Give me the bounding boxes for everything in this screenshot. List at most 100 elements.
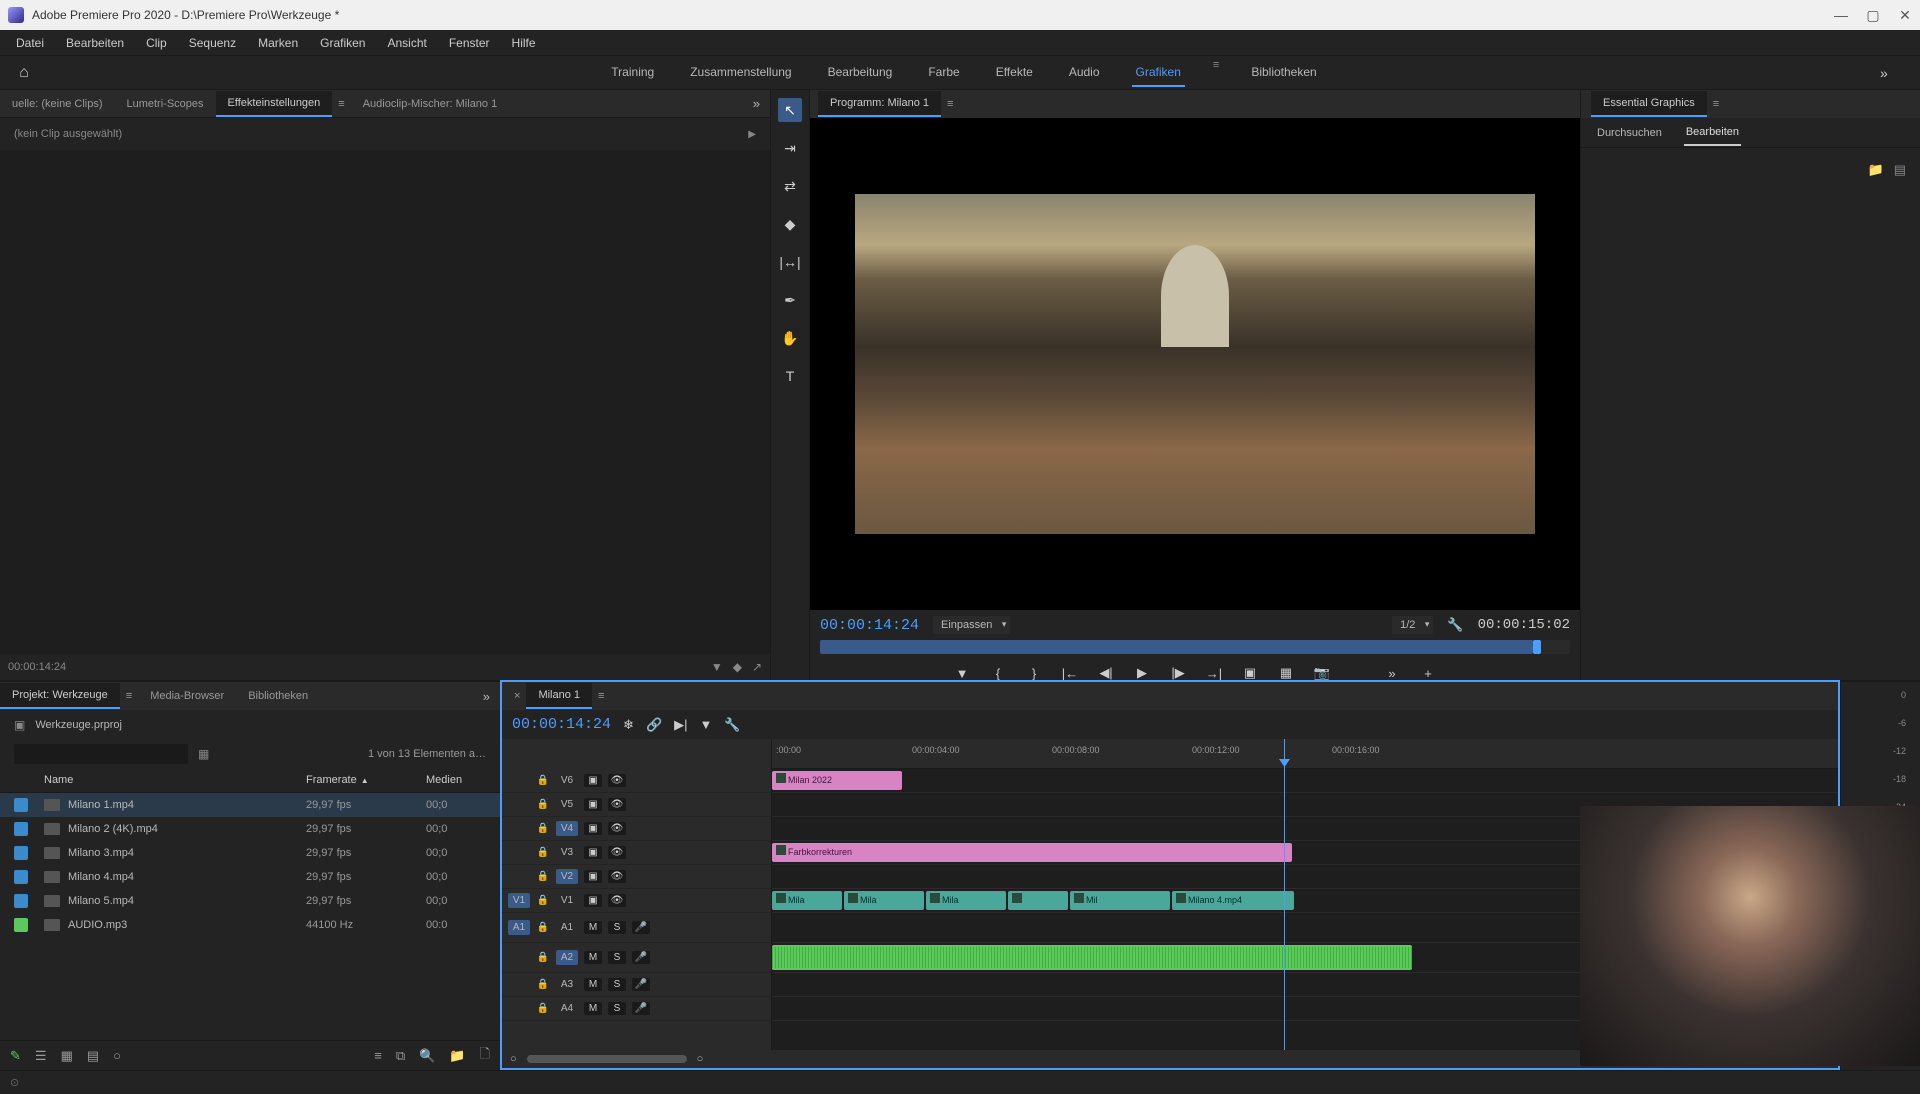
source-overflow-icon[interactable]: » xyxy=(743,96,770,111)
clip-v1-6[interactable]: Milano 4.mp4 xyxy=(1172,891,1294,910)
menu-sequenz[interactable]: Sequenz xyxy=(179,32,246,54)
tl-tab-menu-icon[interactable]: ≡ xyxy=(592,690,610,702)
tab-projekt[interactable]: Projekt: Werkzeuge xyxy=(0,683,120,709)
workspace-grafiken[interactable]: Grafiken xyxy=(1132,59,1185,87)
voiceover-icon[interactable]: 🎤 xyxy=(632,921,650,934)
program-tab-menu-icon[interactable]: ≡ xyxy=(941,98,959,110)
selection-tool-icon[interactable]: ↖ xyxy=(778,98,802,122)
track-target[interactable]: V2 xyxy=(556,869,578,884)
audio-track-header[interactable]: 🔒 A3 MS🎤 xyxy=(502,973,771,997)
type-tool-icon[interactable]: T xyxy=(778,364,802,388)
program-timecode[interactable]: 00:00:14:24 xyxy=(820,617,919,634)
voiceover-icon[interactable]: 🎤 xyxy=(632,978,650,991)
clip-v1-3[interactable]: Mila xyxy=(926,891,1006,910)
lock-icon[interactable]: 🔒 xyxy=(536,952,550,963)
video-track-header[interactable]: 🔒 V4 ▣👁 xyxy=(502,817,771,841)
program-scrubber[interactable] xyxy=(820,640,1570,654)
sort-icon[interactable]: ≡ xyxy=(374,1048,382,1063)
timeline-zoom-scrollbar[interactable] xyxy=(527,1055,687,1063)
toggle-output-icon[interactable]: ▣ xyxy=(584,894,602,907)
menu-datei[interactable]: Datei xyxy=(6,32,54,54)
menu-ansicht[interactable]: Ansicht xyxy=(377,32,436,54)
menu-hilfe[interactable]: Hilfe xyxy=(502,32,546,54)
workspace-training[interactable]: Training xyxy=(607,59,658,87)
workspace-bearbeitung[interactable]: Bearbeitung xyxy=(824,59,897,87)
audio-track-header[interactable]: 🔒 A4 MS🎤 xyxy=(502,997,771,1021)
src-patch[interactable]: A1 xyxy=(508,920,530,935)
mute-button[interactable]: M xyxy=(584,978,602,991)
toggle-output-icon[interactable]: ▣ xyxy=(584,870,602,883)
track-target[interactable]: A4 xyxy=(556,1001,578,1016)
lock-icon[interactable]: 🔒 xyxy=(536,895,550,906)
tab-audioclip-mischer[interactable]: Audioclip-Mischer: Milano 1 xyxy=(351,92,510,116)
eg-folder-icon[interactable]: 📁 xyxy=(1868,162,1884,178)
solo-button[interactable]: S xyxy=(608,951,626,964)
tab-effekteinstellungen[interactable]: Effekteinstellungen xyxy=(216,91,333,117)
hand-tool-icon[interactable]: ✋ xyxy=(778,326,802,350)
freeform-view-icon[interactable]: ▤ xyxy=(87,1048,99,1064)
track-target[interactable]: V6 xyxy=(556,773,578,788)
playhead[interactable] xyxy=(1284,739,1285,1050)
lock-icon[interactable]: 🔒 xyxy=(536,922,550,933)
project-item[interactable]: AUDIO.mp3 44100 Hz 00:0 xyxy=(0,913,500,937)
workspace-effekte[interactable]: Effekte xyxy=(992,59,1037,87)
eg-tab-bearbeiten[interactable]: Bearbeiten xyxy=(1684,120,1741,146)
close-button[interactable]: ✕ xyxy=(1898,8,1912,22)
voiceover-icon[interactable]: 🎤 xyxy=(632,951,650,964)
preview-toggle-icon[interactable]: ▦ xyxy=(198,747,209,761)
project-item[interactable]: Milano 5.mp4 29,97 fps 00;0 xyxy=(0,889,500,913)
tab-essential-graphics[interactable]: Essential Graphics xyxy=(1591,91,1707,117)
voiceover-icon[interactable]: 🎤 xyxy=(632,1002,650,1015)
ripple-edit-tool-icon[interactable]: ⇄ xyxy=(778,174,802,198)
toggle-eye-icon[interactable]: 👁 xyxy=(608,870,626,883)
video-track-header[interactable]: V1 🔒 V1 ▣👁 xyxy=(502,889,771,913)
add-marker-tl-icon[interactable]: ▶| xyxy=(674,717,687,733)
keyframe-icon[interactable]: ◆ xyxy=(733,660,742,674)
lock-icon[interactable]: 🔒 xyxy=(536,799,550,810)
clip-title[interactable]: Milan 2022 xyxy=(772,771,902,790)
pen-tool-icon[interactable]: ✒ xyxy=(778,288,802,312)
tl-scroll-right-icon[interactable]: ○ xyxy=(697,1053,704,1065)
pencil-icon[interactable]: ✎ xyxy=(10,1048,21,1064)
minimize-button[interactable]: — xyxy=(1834,8,1848,22)
toggle-output-icon[interactable]: ▣ xyxy=(584,798,602,811)
menu-marken[interactable]: Marken xyxy=(248,32,308,54)
src-patch[interactable] xyxy=(508,1007,530,1011)
maximize-button[interactable]: ▢ xyxy=(1866,8,1880,22)
tab-sequence[interactable]: Milano 1 xyxy=(526,683,592,709)
src-patch[interactable] xyxy=(508,779,530,783)
new-bin-icon[interactable]: 📁 xyxy=(449,1048,465,1064)
lock-icon[interactable]: 🔒 xyxy=(536,847,550,858)
toggle-output-icon[interactable]: ▣ xyxy=(584,774,602,787)
toggle-eye-icon[interactable]: 👁 xyxy=(608,774,626,787)
clip-v1-1[interactable]: Mila xyxy=(772,891,842,910)
timeline-timecode[interactable]: 00:00:14:24 xyxy=(512,716,611,733)
lock-icon[interactable]: 🔒 xyxy=(536,979,550,990)
col-medien[interactable]: Medien xyxy=(426,774,486,786)
clip-audio[interactable] xyxy=(772,945,1412,970)
src-patch[interactable] xyxy=(508,983,530,987)
settings-wrench-icon[interactable]: 🔧 xyxy=(1447,617,1463,633)
tab-bibliotheken[interactable]: Bibliotheken xyxy=(236,684,320,708)
new-item-icon[interactable]: 🗋 xyxy=(480,1045,490,1067)
project-item[interactable]: Milano 3.mp4 29,97 fps 00;0 xyxy=(0,841,500,865)
clip-v1-2[interactable]: Mila xyxy=(844,891,924,910)
src-patch[interactable] xyxy=(508,803,530,807)
audio-track-header[interactable]: 🔒 A2 MS🎤 xyxy=(502,943,771,973)
track-target[interactable]: A1 xyxy=(556,920,578,935)
toggle-eye-icon[interactable]: 👁 xyxy=(608,798,626,811)
list-view-icon[interactable]: ☰ xyxy=(35,1048,47,1064)
track-target[interactable]: A2 xyxy=(556,950,578,965)
timeline-ruler[interactable]: :00:00 00:00:04:00 00:00:08:00 00:00:12:… xyxy=(772,739,1838,769)
zoom-slider-icon[interactable]: ○ xyxy=(113,1048,121,1063)
find-icon[interactable]: 🔍 xyxy=(419,1048,435,1064)
col-framerate[interactable]: Framerate▲ xyxy=(306,774,426,786)
track-target[interactable]: V3 xyxy=(556,845,578,860)
audio-track-header[interactable]: A1 🔒 A1 MS🎤 xyxy=(502,913,771,943)
menu-fenster[interactable]: Fenster xyxy=(439,32,500,54)
eg-tab-menu-icon[interactable]: ≡ xyxy=(1707,98,1725,110)
resolution-dropdown[interactable]: 1/2 xyxy=(1392,616,1433,634)
fit-dropdown[interactable]: Einpassen xyxy=(933,616,1010,634)
video-track-header[interactable]: 🔒 V6 ▣👁 xyxy=(502,769,771,793)
tab-menu-icon[interactable]: ≡ xyxy=(332,98,350,110)
